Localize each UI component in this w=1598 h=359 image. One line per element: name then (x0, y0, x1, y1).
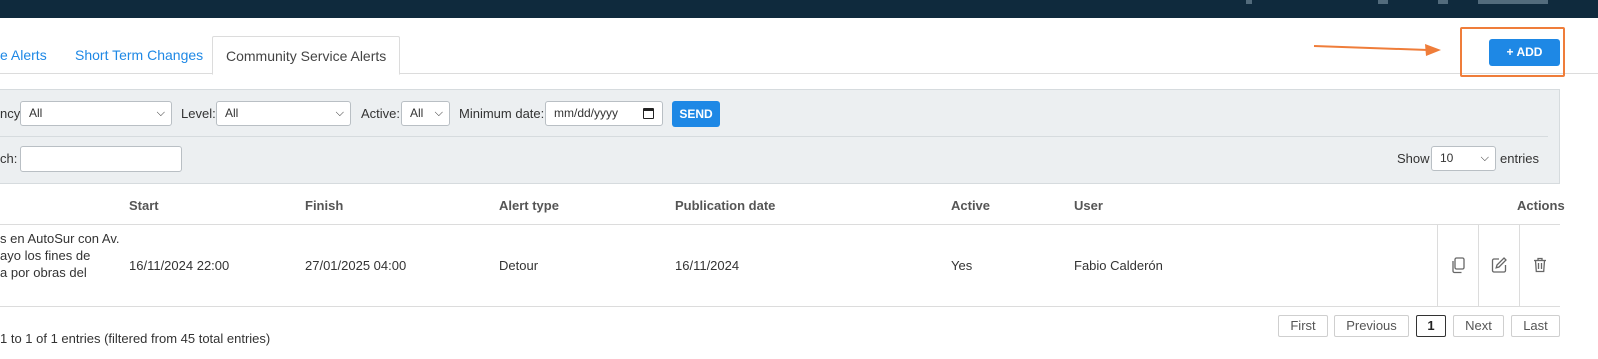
chevron-down-icon: ⌵ (434, 107, 443, 119)
edit-icon[interactable] (1489, 255, 1509, 275)
column-header-finish[interactable]: Finish (305, 198, 343, 213)
filter-divider (0, 136, 1548, 137)
actions-separator (1519, 225, 1520, 306)
column-header-user[interactable]: User (1074, 198, 1103, 213)
actions-separator (1478, 225, 1479, 306)
table-row-border (0, 306, 1560, 307)
active-select[interactable]: All ⌵ (401, 101, 450, 126)
send-button[interactable]: SEND (672, 101, 720, 127)
column-header-publication-date[interactable]: Publication date (675, 198, 775, 213)
annotation-arrow (1313, 44, 1441, 56)
search-input[interactable] (20, 146, 182, 172)
show-label: Show (1397, 151, 1430, 166)
table-info: 1 to 1 of 1 entries (filtered from 45 to… (0, 331, 271, 346)
page-size-value: 10 (1440, 151, 1454, 165)
navbar-icon-fragment (1378, 0, 1388, 4)
pagination-next[interactable]: Next (1453, 315, 1504, 337)
search-label: ch: (0, 151, 18, 166)
description-line: a por obras del (0, 265, 87, 280)
page-size-select[interactable]: 10 ⌵ (1431, 146, 1496, 171)
agency-select-value: All (29, 106, 43, 120)
column-header-start[interactable]: Start (129, 198, 159, 213)
copy-icon[interactable] (1448, 255, 1468, 275)
active-select-value: All (410, 106, 424, 120)
level-select[interactable]: All ⌵ (216, 101, 351, 126)
add-button[interactable]: + ADD (1489, 39, 1560, 66)
chevron-down-icon: ⌵ (335, 107, 344, 119)
description-line: ayo los fines de (0, 248, 91, 263)
navbar-icon-fragment (1478, 0, 1548, 4)
description-line: s en AutoSur con Av. (0, 231, 120, 246)
level-label: Level: (181, 106, 216, 121)
navbar-icon-fragment (1246, 0, 1252, 4)
active-label: Active: (361, 106, 401, 121)
column-header-actions: Actions (1517, 198, 1565, 213)
user-cell: Fabio Calderón (1074, 258, 1163, 273)
pagination-previous[interactable]: Previous (1334, 315, 1409, 337)
column-header-active[interactable]: Active (951, 198, 990, 213)
navbar-icon-fragment (1438, 0, 1448, 4)
pagination-page-1[interactable]: 1 (1416, 315, 1446, 337)
finish-cell: 27/01/2025 04:00 (305, 258, 407, 273)
pagination-last[interactable]: Last (1511, 315, 1560, 337)
level-select-value: All (225, 106, 239, 120)
publication-date-cell: 16/11/2024 (675, 258, 740, 273)
agency-select[interactable]: All ⌵ (20, 101, 172, 126)
min-date-input[interactable]: mm/dd/yyyy (545, 101, 663, 126)
table-row-border (0, 224, 1560, 225)
column-header-alert-type[interactable]: Alert type (499, 198, 559, 213)
min-date-label: Minimum date: (459, 106, 545, 121)
active-cell: Yes (951, 258, 973, 273)
start-cell: 16/11/2024 22:00 (129, 258, 230, 273)
entries-label: entries (1500, 151, 1540, 166)
trash-icon[interactable] (1530, 255, 1550, 275)
description-cell: s en AutoSur con Av. ayo los fines de a … (0, 230, 120, 281)
tab-community-service-alerts[interactable]: Community Service Alerts (212, 36, 401, 75)
top-navbar (0, 0, 1598, 18)
calendar-icon[interactable] (643, 108, 654, 119)
tab-short-term-changes[interactable]: Short Term Changes (75, 36, 203, 74)
alert-type-cell: Detour (499, 258, 539, 273)
min-date-placeholder: mm/dd/yyyy (554, 106, 619, 120)
chevron-down-icon: ⌵ (156, 107, 165, 119)
tab-alerts[interactable]: e Alerts (0, 36, 47, 74)
chevron-down-icon: ⌵ (1480, 152, 1489, 164)
pagination-first[interactable]: First (1278, 315, 1328, 337)
actions-separator (1437, 225, 1438, 306)
